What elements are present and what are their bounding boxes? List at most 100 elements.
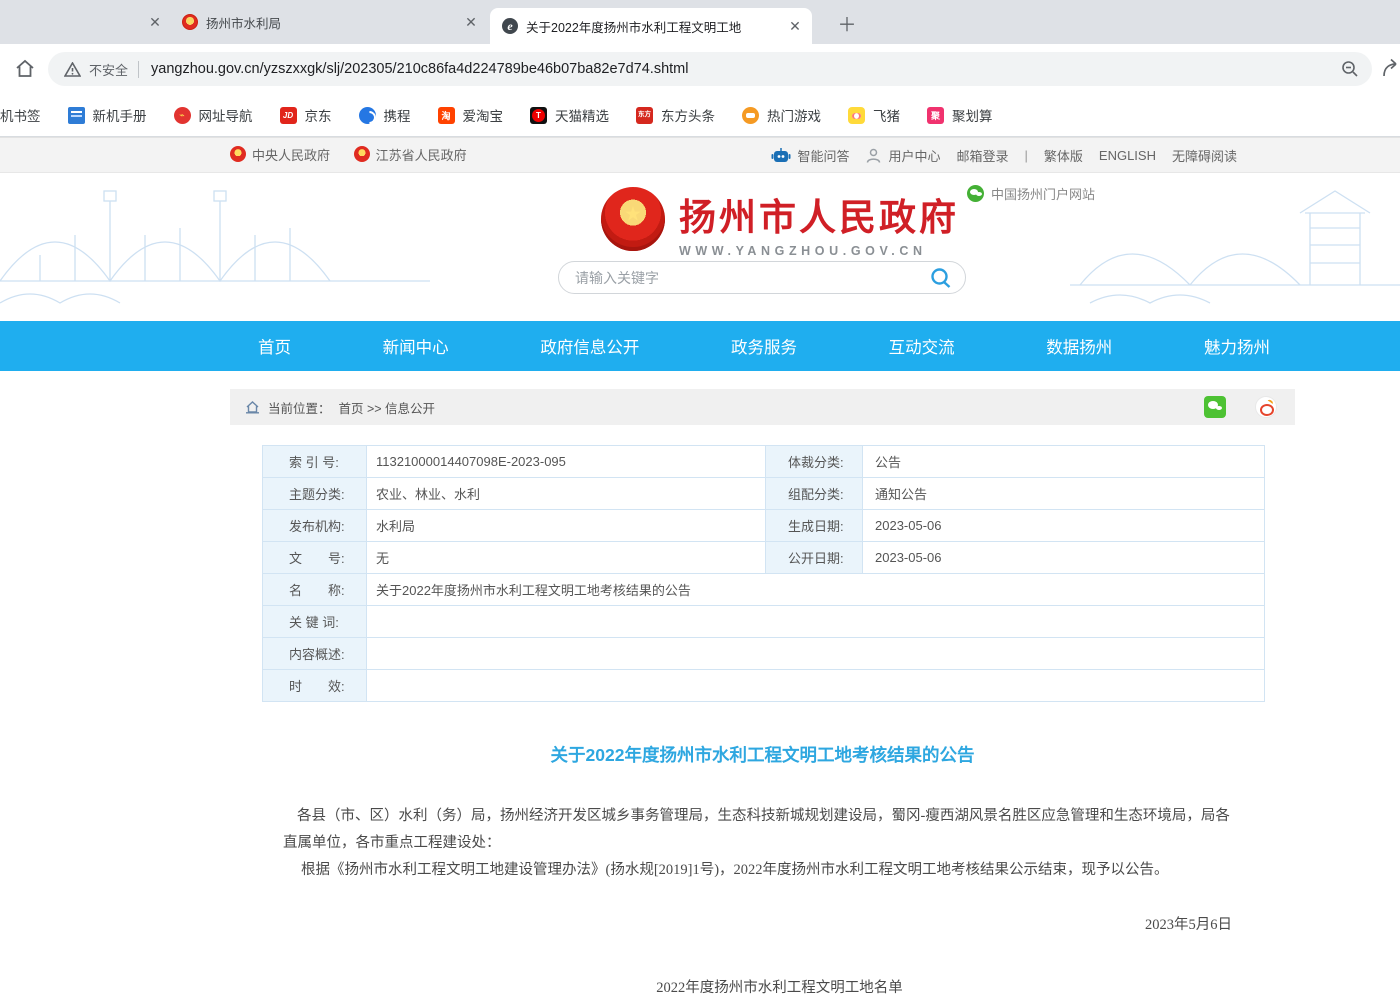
close-icon[interactable]: ✕ [784, 15, 806, 37]
share-icon[interactable] [1382, 58, 1400, 78]
robot-icon [771, 147, 791, 164]
keywords-value [367, 606, 1265, 638]
name-value: 关于2022年度扬州市水利工程文明工地考核结果的公告 [367, 574, 1265, 606]
gov-links: 中央人民政府 江苏省人民政府 [230, 145, 487, 166]
taobao-icon: 淘 [438, 107, 455, 124]
tab-shuiliju[interactable]: ★ 扬州市水利局 ✕ [170, 0, 488, 44]
bookmark-tmall[interactable]: T 天猫精选 [530, 105, 609, 125]
link-mail-login[interactable]: 邮箱登录 [956, 146, 1008, 165]
security-label: 不安全 [89, 60, 128, 79]
bookmark-fliggy[interactable]: 飞猪 [848, 105, 900, 125]
book-icon [68, 107, 85, 124]
content-card: 当前位置： 首页 >> 信息公开 索 引 号: 1132100001440709… [230, 389, 1295, 997]
validity-value [367, 670, 1265, 702]
emblem-favicon-icon: ★ [182, 14, 198, 30]
tab-title: 关于2022年度扬州市水利工程文明工地 [526, 17, 784, 36]
browser-toolbar: 不安全 yangzhou.gov.cn/yzszxxgk/slj/202305/… [0, 44, 1400, 94]
public-value: 2023-05-06 [863, 542, 1265, 574]
table-row: 发布机构: 水利局 生成日期: 2023-05-06 [263, 510, 1265, 542]
wechat-share-icon[interactable] [1204, 396, 1226, 418]
address-bar[interactable]: 不安全 yangzhou.gov.cn/yzszxxgk/slj/202305/… [48, 52, 1372, 86]
bookmark-wangzhi-daohang[interactable]: ⌁ 网址导航 [174, 105, 253, 125]
bookmark-xinji-shouce[interactable]: 新机手册 [68, 105, 147, 125]
url-text: yangzhou.gov.cn/yzszxxgk/slj/202305/210c… [151, 61, 1340, 77]
home-icon [245, 400, 260, 414]
site-url: WWW.YANGZHOU.GOV.CN [679, 244, 959, 258]
link-jiangsu-gov[interactable]: 江苏省人民政府 [354, 145, 467, 164]
topic-value: 农业、林业、水利 [367, 478, 766, 510]
zoom-out-icon[interactable] [1340, 59, 1360, 79]
docnum-label: 文 号: [263, 542, 367, 574]
browser-tab-strip: ✕ ★ 扬州市水利局 ✕ e 关于2022年度扬州市水利工程文明工地 ✕ ＋ [0, 0, 1400, 44]
link-traditional[interactable]: 繁体版 [1044, 146, 1083, 165]
home-icon[interactable] [14, 58, 36, 80]
ctrip-dolphin-icon [359, 107, 376, 124]
created-label: 生成日期: [766, 510, 863, 542]
dongfang-icon: 东方 [636, 107, 653, 124]
new-tab-button[interactable]: ＋ [834, 10, 860, 36]
juhuasuan-icon: 聚 [927, 107, 944, 124]
tab-active-announcement[interactable]: e 关于2022年度扬州市水利工程文明工地 ✕ [490, 8, 812, 44]
article-paragraph: 根据《扬州市水利工程文明工地建设管理办法》(扬水规[2019]1号)，2022年… [283, 857, 1232, 884]
main-nav: 首页 新闻中心 政府信息公开 政务服务 互动交流 数据扬州 魅力扬州 [0, 321, 1400, 371]
game-icon [742, 107, 759, 124]
nav-charm[interactable]: 魅力扬州 [1204, 334, 1270, 358]
warning-icon [64, 62, 81, 77]
public-label: 公开日期: [766, 542, 863, 574]
genre-label: 体裁分类: [766, 446, 863, 478]
nav-data[interactable]: 数据扬州 [1046, 334, 1112, 358]
close-icon[interactable]: ✕ [144, 11, 166, 33]
nav-home[interactable]: 首页 [258, 334, 291, 358]
emblem-icon [354, 146, 370, 162]
search-input[interactable] [575, 270, 929, 286]
bookmark-aitaobao[interactable]: 淘 爱淘宝 [438, 105, 504, 125]
link-central-gov[interactable]: 中央人民政府 [230, 145, 330, 164]
site-list-title: 2022年度扬州市水利工程文明工地名单 [230, 976, 1295, 997]
nav-interaction[interactable]: 互动交流 [889, 334, 955, 358]
user-icon [865, 147, 882, 164]
index-label: 索 引 号: [263, 446, 367, 478]
link-user-center[interactable]: 用户中心 [865, 146, 940, 165]
table-row: 文 号: 无 公开日期: 2023-05-06 [263, 542, 1265, 574]
nav2345-icon: ⌁ [174, 107, 191, 124]
breadcrumb-path[interactable]: 首页 >> 信息公开 [339, 398, 436, 417]
bookmark-ctrip[interactable]: 携程 [359, 105, 411, 125]
portal-link[interactable]: 中国扬州门户网站 [967, 184, 1095, 203]
bookmark-shouji-shuqian[interactable]: 机书签 [0, 105, 41, 125]
breadcrumb: 当前位置： 首页 >> 信息公开 [230, 389, 1295, 425]
bookmark-jd[interactable]: JD 京东 [280, 105, 332, 125]
issuer-label: 发布机构: [263, 510, 367, 542]
group-label: 组配分类: [766, 478, 863, 510]
fliggy-pig-icon [848, 107, 865, 124]
close-icon[interactable]: ✕ [460, 11, 482, 33]
group-value: 通知公告 [863, 478, 1265, 510]
nav-services[interactable]: 政务服务 [731, 334, 797, 358]
link-accessible[interactable]: 无障碍阅读 [1172, 146, 1237, 165]
divider [138, 61, 139, 78]
tmall-icon: T [530, 107, 547, 124]
table-row: 内容概述: [263, 638, 1265, 670]
bookmark-juhuasuan[interactable]: 聚 聚划算 [927, 105, 993, 125]
document-meta-table: 索 引 号: 11321000014407098E-2023-095 体裁分类:… [262, 445, 1265, 702]
search-icon[interactable] [929, 266, 953, 290]
site-banner: 扬州市人民政府 WWW.YANGZHOU.GOV.CN 中国扬州门户网站 [0, 173, 1400, 321]
tab-title: 扬州市水利局 [206, 13, 460, 32]
nav-info-disclosure[interactable]: 政府信息公开 [540, 334, 639, 358]
weibo-share-icon[interactable] [1255, 396, 1277, 418]
page-favicon-icon: e [502, 18, 518, 34]
nav-news[interactable]: 新闻中心 [383, 334, 449, 358]
link-smart-qa[interactable]: 智能问答 [771, 146, 849, 165]
bridge-artwork-right [1070, 173, 1400, 321]
site-logo[interactable]: 扬州市人民政府 WWW.YANGZHOU.GOV.CN [601, 187, 959, 258]
national-emblem-icon [601, 187, 665, 251]
site-name: 扬州市人民政府 [679, 187, 959, 241]
issuer-value: 水利局 [367, 510, 766, 542]
bookmark-remen-youxi[interactable]: 热门游戏 [742, 105, 821, 125]
bookmark-dongfang-toutiao[interactable]: 东方 东方头条 [636, 105, 715, 125]
site-search [558, 261, 966, 294]
divider: | [1025, 148, 1028, 163]
summary-value [367, 638, 1265, 670]
table-row: 索 引 号: 11321000014407098E-2023-095 体裁分类:… [263, 446, 1265, 478]
link-english[interactable]: ENGLISH [1099, 148, 1156, 163]
wechat-icon [967, 185, 984, 202]
